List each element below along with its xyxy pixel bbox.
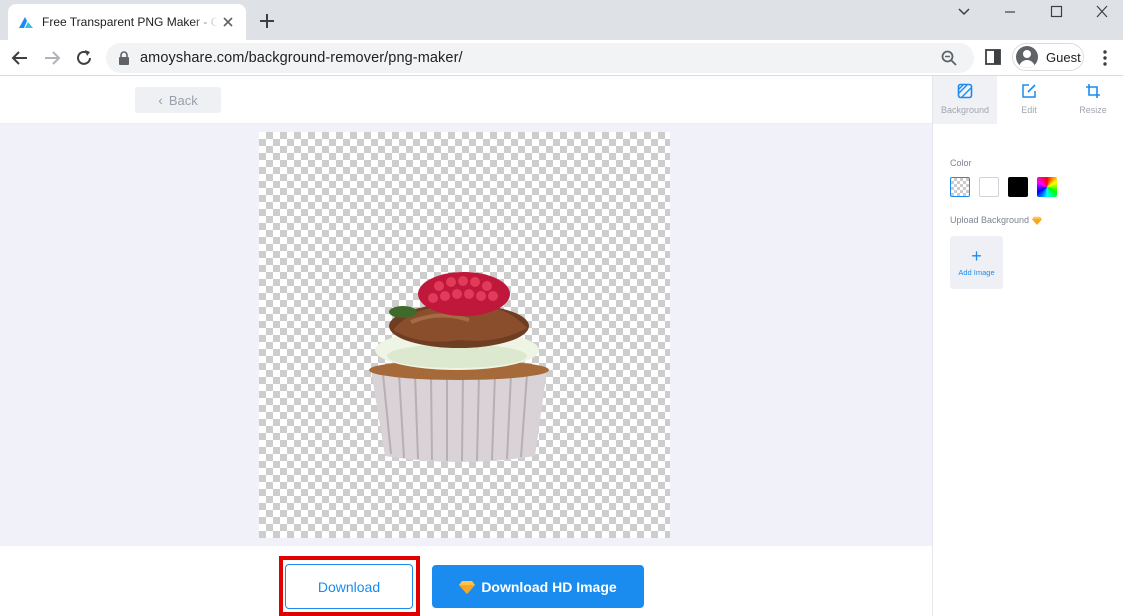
back-arrow-icon[interactable] xyxy=(10,48,30,68)
editor-topbar: ‹ Back xyxy=(0,76,932,124)
swatch-black[interactable] xyxy=(1008,177,1028,197)
profile-label: Guest xyxy=(1046,49,1081,65)
download-button[interactable]: Download xyxy=(285,564,413,609)
plus-icon: + xyxy=(971,246,982,266)
zoom-icon[interactable] xyxy=(940,49,958,67)
side-panel-icon[interactable] xyxy=(984,48,1002,66)
close-window-icon[interactable] xyxy=(1092,4,1112,20)
tab-resize-label: Resize xyxy=(1079,105,1107,115)
background-icon xyxy=(957,83,973,99)
minimize-icon[interactable] xyxy=(1000,4,1020,20)
download-hd-label: Download HD Image xyxy=(481,578,617,595)
amoyshare-logo-icon xyxy=(19,17,33,28)
tab-edit[interactable]: Edit xyxy=(997,76,1061,124)
upload-background-heading: Upload Background xyxy=(950,215,1043,225)
browser-tab[interactable]: Free Transparent PNG Maker - Create xyxy=(8,4,246,40)
tab-resize[interactable]: Resize xyxy=(1061,76,1123,124)
png-maker-page: ‹ Back Download Download HD Image Backgr… xyxy=(0,76,1123,616)
more-menu-icon[interactable] xyxy=(1098,48,1112,68)
swatch-transparent[interactable] xyxy=(950,177,970,197)
swatch-white[interactable] xyxy=(979,177,999,197)
close-tab-icon[interactable] xyxy=(220,14,236,30)
browser-tabstrip: Free Transparent PNG Maker - Create xyxy=(0,0,1123,40)
reload-icon[interactable] xyxy=(74,48,94,68)
cupcake-image xyxy=(369,272,549,462)
diamond-icon xyxy=(459,580,476,594)
transparent-canvas xyxy=(259,132,670,538)
new-tab-icon[interactable] xyxy=(258,12,276,30)
lock-icon[interactable] xyxy=(118,51,130,65)
tab-background[interactable]: Background xyxy=(933,76,997,124)
diamond-icon xyxy=(1032,216,1043,225)
add-image-button[interactable]: + Add Image xyxy=(950,236,1003,289)
crop-icon xyxy=(1086,84,1100,98)
upload-background-label: Upload Background xyxy=(950,215,1030,225)
download-hd-button[interactable]: Download HD Image xyxy=(432,565,644,608)
maximize-icon[interactable] xyxy=(1046,4,1066,20)
url-text[interactable]: amoyshare.com/background-remover/png-mak… xyxy=(140,50,463,66)
edit-icon xyxy=(1022,84,1036,98)
color-label: Color xyxy=(950,158,972,168)
back-button[interactable]: ‹ Back xyxy=(135,87,221,113)
chevron-left-icon: ‹ xyxy=(158,92,163,108)
tab-title: Free Transparent PNG Maker - Create xyxy=(42,15,218,29)
profile-button[interactable]: Guest xyxy=(1012,43,1084,71)
back-label: Back xyxy=(168,92,198,108)
settings-sidebar: Background Edit Resize Color Upload Back… xyxy=(932,76,1123,616)
add-image-label: Add Image xyxy=(958,268,995,277)
swatch-custom-color[interactable] xyxy=(1037,177,1057,197)
tab-search-chevron-icon[interactable] xyxy=(954,4,974,20)
forward-arrow-icon[interactable] xyxy=(42,48,62,68)
browser-toolbar: amoyshare.com/background-remover/png-mak… xyxy=(0,40,1123,76)
guest-avatar-icon xyxy=(1016,46,1038,68)
image-preview-area xyxy=(0,124,932,546)
tab-edit-label: Edit xyxy=(1021,105,1037,115)
address-bar[interactable]: amoyshare.com/background-remover/png-mak… xyxy=(106,43,974,73)
tab-background-label: Background xyxy=(940,105,990,115)
